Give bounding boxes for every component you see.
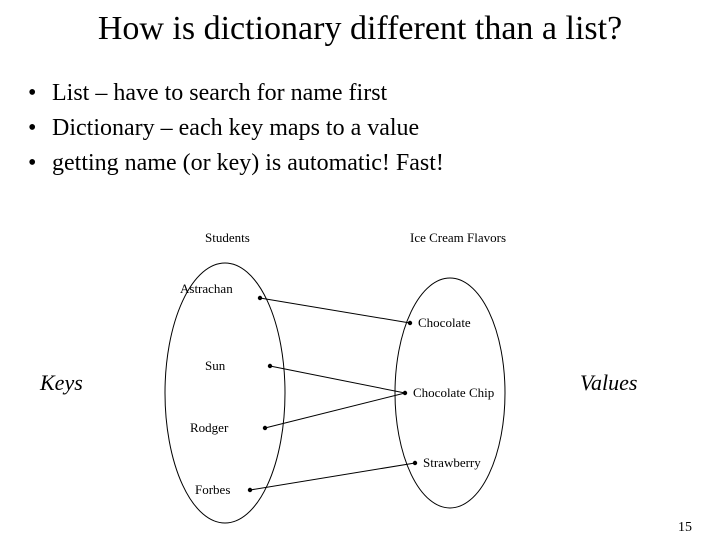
bullet-item: • List – have to search for name first <box>28 76 720 111</box>
slide-title: How is dictionary different than a list? <box>0 10 720 48</box>
value-node-label: Chocolate <box>418 315 471 330</box>
bullet-text: getting name (or key) is automatic! Fast… <box>52 146 444 181</box>
key-node-label: Rodger <box>190 420 229 435</box>
bullet-list: • List – have to search for name first •… <box>28 76 720 180</box>
bullet-dot-icon: • <box>28 111 52 146</box>
mapping-edge-icon <box>270 366 405 393</box>
page-number: 15 <box>678 520 692 536</box>
key-node-label: Forbes <box>195 482 230 497</box>
left-set-header: Students <box>205 230 250 245</box>
bullet-dot-icon: • <box>28 76 52 111</box>
key-node-label: Sun <box>205 358 226 373</box>
bullet-item: • Dictionary – each key maps to a value <box>28 111 720 146</box>
bullet-text: List – have to search for name first <box>52 76 387 111</box>
values-label: Values <box>580 370 637 396</box>
mapping-diagram: Students Ice Cream Flavors Astrachan Sun… <box>150 228 570 528</box>
value-node-label: Strawberry <box>423 455 481 470</box>
mapping-edge-icon <box>260 298 410 323</box>
keys-label: Keys <box>40 370 83 396</box>
bullet-text: Dictionary – each key maps to a value <box>52 111 419 146</box>
value-node-label: Chocolate Chip <box>413 385 494 400</box>
key-node-label: Astrachan <box>180 281 233 296</box>
bullet-item: • getting name (or key) is automatic! Fa… <box>28 146 720 181</box>
right-set-header: Ice Cream Flavors <box>410 230 506 245</box>
bullet-dot-icon: • <box>28 146 52 181</box>
mapping-edge-icon <box>265 393 405 428</box>
